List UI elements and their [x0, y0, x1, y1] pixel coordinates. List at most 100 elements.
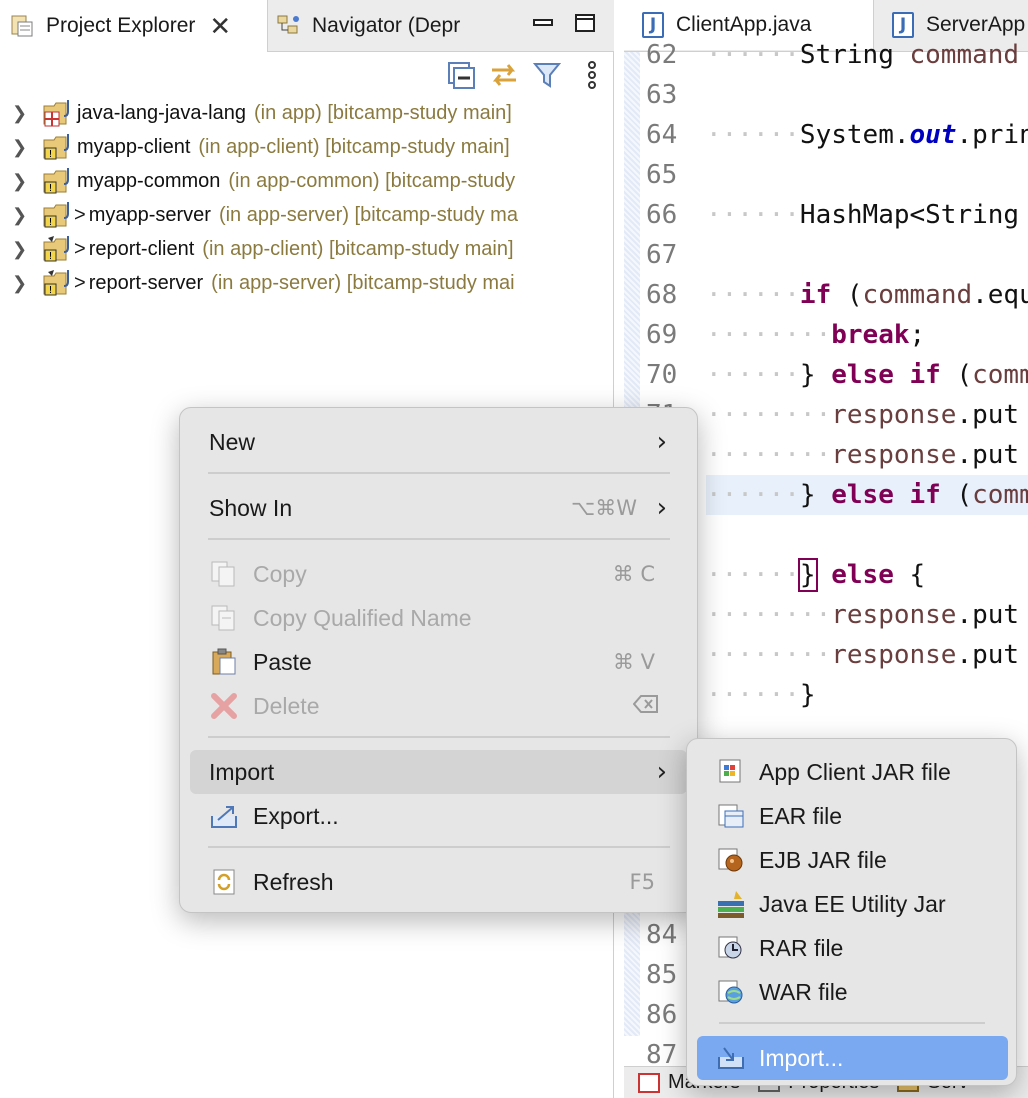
import-wizard-icon	[716, 1043, 746, 1073]
collapse-all-icon[interactable]	[446, 60, 476, 90]
menu-item-new[interactable]: New ›	[190, 420, 687, 464]
tree-item[interactable]: ❯ ! myapp-client (in app-client) [bitcam…	[0, 130, 614, 164]
code-line[interactable]: ······if (command.equ	[706, 275, 1028, 315]
chevron-right-icon[interactable]: ❯	[12, 239, 27, 260]
code-line[interactable]: ······} else if (comm	[706, 475, 1028, 515]
menu-item-refresh[interactable]: Refresh F5	[190, 860, 687, 904]
tab-server-app-label: ServerApp	[926, 13, 1026, 36]
code-line[interactable]: ······System.out.prin	[706, 115, 1028, 155]
java-ee-utility-jar-icon	[716, 889, 746, 919]
code-line[interactable]: ······HashMap<String	[706, 195, 1028, 235]
copy-qualified-name-icon	[209, 604, 239, 632]
java-project-icon: !	[42, 268, 74, 298]
menu-item-export-label: Export...	[253, 802, 339, 829]
menu-item-paste[interactable]: Paste ⌘ V	[190, 640, 687, 684]
svg-text:!: !	[48, 149, 52, 160]
chevron-right-icon[interactable]: ❯	[12, 205, 27, 226]
code-line[interactable]: ········response.put	[706, 595, 1028, 635]
java-project-icon: !	[42, 132, 74, 162]
tree-item[interactable]: ❯ ! > report-client (in app-client) [bit…	[0, 232, 614, 266]
submenu-item-label: RAR file	[759, 934, 844, 961]
line-number: 69	[646, 320, 678, 350]
menu-item-show-in[interactable]: Show In ⌥⌘W ›	[190, 486, 687, 530]
svg-text:!: !	[48, 183, 52, 194]
line-number: 66	[646, 200, 678, 230]
copy-icon	[209, 560, 239, 588]
chevron-right-icon: ›	[656, 757, 667, 787]
code-line[interactable]: ········response.put	[706, 435, 1028, 475]
project-explorer-icon	[10, 13, 36, 39]
ejb-jar-file-icon	[716, 845, 746, 875]
tab-project-explorer[interactable]: Project Explorer ✕	[0, 0, 268, 52]
code-line[interactable]: ········break;	[706, 315, 1028, 355]
submenu-item-rar-file[interactable]: RAR file	[697, 926, 1008, 970]
menu-item-shortcut: ⌥⌘W	[571, 496, 637, 520]
menu-item-export[interactable]: Export...	[190, 794, 687, 838]
export-icon	[209, 802, 239, 830]
war-file-icon	[716, 977, 746, 1007]
submenu-item-java-ee-utility-jar[interactable]: Java EE Utility Jar	[697, 882, 1008, 926]
menu-item-import-label: Import	[209, 758, 275, 785]
submenu-item-app-client-jar[interactable]: App Client JAR file	[697, 750, 1008, 794]
menu-item-delete-label: Delete	[253, 692, 320, 719]
chevron-right-icon[interactable]: ❯	[12, 273, 27, 294]
close-icon[interactable]: ✕	[209, 11, 231, 42]
tree-item-name: java-lang-java-lang	[77, 101, 246, 124]
context-menu: New › Show In ⌥⌘W › Copy ⌘ C Copy Qualif…	[179, 407, 698, 913]
chevron-right-icon[interactable]: ❯	[12, 103, 27, 124]
tree-item[interactable]: ❯ ! > report-server (in app-server) [bit…	[0, 266, 614, 300]
minimize-icon[interactable]	[532, 12, 554, 34]
tree-item-name: myapp-client	[77, 135, 191, 158]
code-line[interactable]: ······String command	[706, 35, 1028, 75]
menu-item-new-label: New	[209, 428, 256, 455]
rar-file-icon	[716, 933, 746, 963]
code-line[interactable]: ········response.put	[706, 635, 1028, 675]
submenu-item-ejb-jar-file[interactable]: EJB JAR file	[697, 838, 1008, 882]
submenu-item-war-file[interactable]: WAR file	[697, 970, 1008, 1014]
submenu-item-label: Java EE Utility Jar	[759, 890, 946, 917]
submenu-item-label: App Client JAR file	[759, 758, 951, 785]
submenu-item-ear-file[interactable]: EAR file	[697, 794, 1008, 838]
java-project-icon: !	[42, 234, 74, 264]
code-line[interactable]: ······} else if (comm	[706, 355, 1028, 395]
view-menu-icon[interactable]	[582, 60, 602, 90]
tree-item-decoration: (in app-server) [bitcamp-study ma	[218, 203, 518, 226]
tree-item-decoration: (in app) [bitcamp-study main]	[253, 101, 512, 124]
submenu-item-import-label: Import...	[759, 1044, 844, 1071]
code-line[interactable]: ······} else {	[706, 555, 1028, 595]
line-number: 62	[646, 40, 678, 70]
link-with-editor-icon[interactable]	[488, 60, 518, 90]
menu-item-copy[interactable]: Copy ⌘ C	[190, 552, 687, 596]
tree-item[interactable]: ❯ ! myapp-common (in app-common) [bitcam…	[0, 164, 614, 198]
app-client-jar-icon	[716, 757, 746, 787]
tab-navigator[interactable]: Navigator (Depr	[268, 0, 498, 52]
view-toolbar	[0, 52, 614, 98]
tree-item-name: report-server	[88, 271, 204, 294]
ear-file-icon	[716, 801, 746, 831]
svg-text:!: !	[48, 251, 52, 262]
code-line[interactable]: ······}	[706, 675, 1028, 715]
menu-separator	[208, 846, 670, 848]
chevron-right-icon[interactable]: ❯	[12, 137, 27, 158]
submenu-item-label: WAR file	[759, 978, 848, 1005]
line-number: 68	[646, 280, 678, 310]
filter-icon[interactable]	[532, 60, 562, 90]
tree-item-name: myapp-server	[88, 203, 211, 226]
code-line[interactable]: ········response.put	[706, 395, 1028, 435]
tab-navigator-label: Navigator (Depr	[312, 14, 461, 37]
line-number: 65	[646, 160, 678, 190]
menu-item-shortcut: ⌘ C	[612, 562, 655, 586]
tree-item[interactable]: ❯ ! > myapp-server (in app-server) [bitc…	[0, 198, 614, 232]
menu-separator	[208, 472, 670, 474]
menu-item-import[interactable]: Import ›	[190, 750, 687, 794]
submenu-item-import-wizard[interactable]: Import...	[697, 1036, 1008, 1080]
chevron-right-icon[interactable]: ❯	[12, 171, 27, 192]
line-number: 63	[646, 80, 678, 110]
java-project-icon: !	[42, 166, 74, 196]
menu-item-copy-qualified-name-label: Copy Qualified Name	[253, 604, 472, 631]
menu-item-delete[interactable]: Delete	[190, 684, 687, 728]
maximize-icon[interactable]	[574, 12, 596, 34]
menu-item-copy-qualified-name[interactable]: Copy Qualified Name	[190, 596, 687, 640]
menu-separator	[208, 538, 670, 540]
tree-item[interactable]: ❯ java-lang-java-lang (in app) [bitcamp-…	[0, 96, 614, 130]
